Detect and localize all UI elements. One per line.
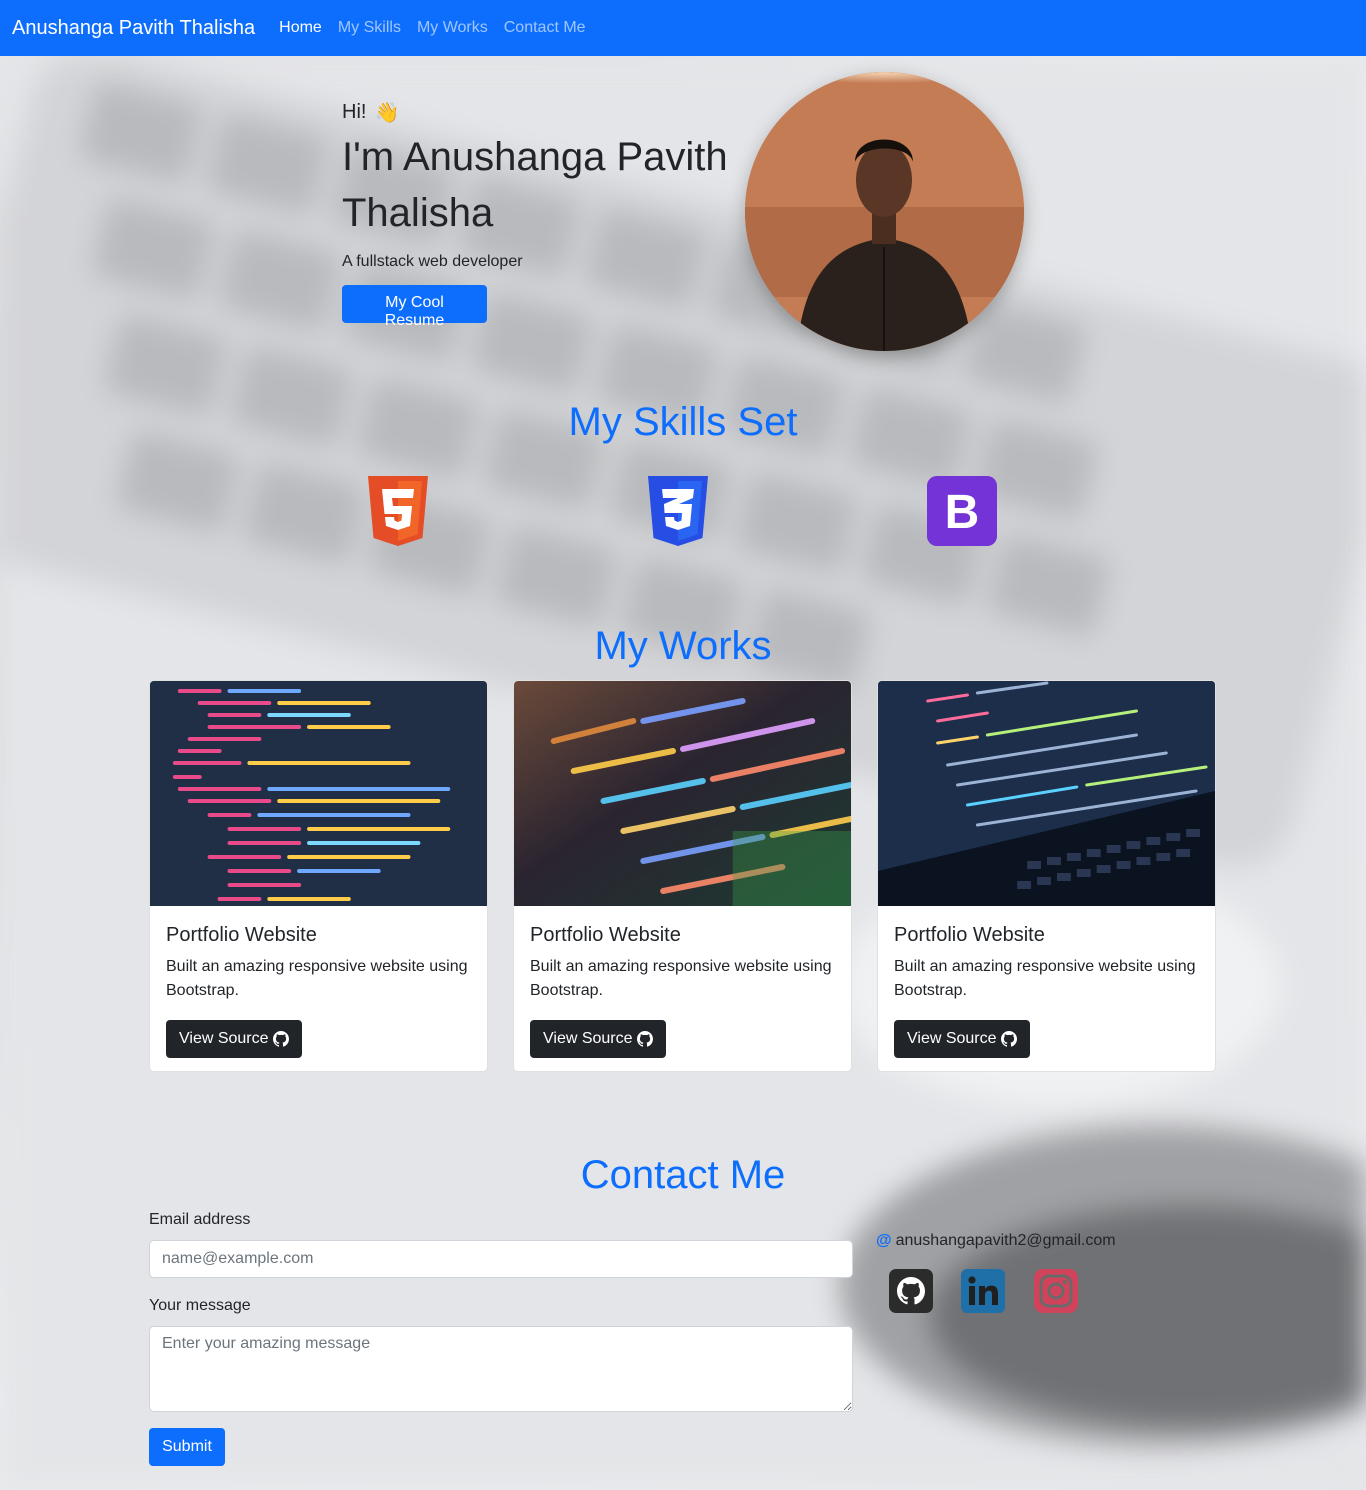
work-card-text: Built an amazing responsive website usin… xyxy=(530,958,832,999)
github-icon xyxy=(636,1031,653,1047)
at-sign-icon: @ xyxy=(876,1232,892,1249)
submit-button[interactable]: Submit xyxy=(149,1428,225,1466)
waving-hand-icon: 👋 xyxy=(374,102,400,124)
hero-name-heading: I'm Anushanga Pavith Thalisha xyxy=(342,135,728,235)
work-card-title: Portfolio Website xyxy=(166,924,317,946)
contact-info: @ anushangapavith2@gmail.com xyxy=(876,1232,1116,1250)
hero-greeting: Hi! 👋 xyxy=(342,100,742,125)
brand-link[interactable]: Anushanga Pavith Thalisha xyxy=(12,17,255,40)
view-source-button[interactable]: View Source xyxy=(166,1020,302,1058)
github-icon[interactable] xyxy=(889,1269,933,1313)
hero-section: Hi! 👋 I'm Anushanga Pavith Thalisha A fu… xyxy=(342,100,742,271)
work-card: Portfolio Website Built an amazing respo… xyxy=(149,680,488,1072)
work-card-text: Built an amazing responsive website usin… xyxy=(894,958,1196,999)
skills-section-title: My Skills Set xyxy=(568,400,798,444)
work-card-image xyxy=(514,681,851,906)
linkedin-icon[interactable] xyxy=(961,1269,1005,1313)
instagram-icon[interactable] xyxy=(1034,1269,1078,1313)
resume-button[interactable]: My Cool Resume xyxy=(342,285,487,329)
work-card-image xyxy=(878,681,1215,906)
work-card-body: Portfolio Website Built an amazing respo… xyxy=(878,906,1215,1071)
html5-icon xyxy=(363,476,433,546)
works-section-title: My Works xyxy=(594,624,772,668)
hero-tagline: A fullstack web developer xyxy=(342,253,523,270)
work-card: Portfolio Website Built an amazing respo… xyxy=(513,680,852,1072)
svg-text:B: B xyxy=(945,486,980,539)
work-card-text: Built an amazing responsive website usin… xyxy=(166,958,468,999)
page-content: Hi! 👋 I'm Anushanga Pavith Thalisha A fu… xyxy=(0,0,1366,1490)
message-textarea[interactable] xyxy=(149,1326,853,1412)
email-field[interactable] xyxy=(149,1240,853,1278)
top-navbar: Anushanga Pavith Thalisha Home My Skills… xyxy=(0,0,1366,56)
github-icon xyxy=(1000,1031,1017,1047)
email-label: Email address xyxy=(149,1211,251,1228)
profile-photo xyxy=(745,72,1024,351)
work-card-body: Portfolio Website Built an amazing respo… xyxy=(514,906,851,1071)
email-line: @ anushangapavith2@gmail.com xyxy=(876,1232,1116,1250)
github-icon xyxy=(272,1031,289,1047)
contact-email[interactable]: anushangapavith2@gmail.com xyxy=(896,1232,1116,1250)
greeting-text: Hi! xyxy=(342,101,367,123)
nav-link-my-works[interactable]: My Works xyxy=(417,19,488,37)
work-card-title: Portfolio Website xyxy=(894,924,1045,946)
view-source-button[interactable]: View Source xyxy=(530,1020,666,1058)
contact-section-title: Contact Me xyxy=(580,1153,786,1197)
bootstrap-icon: B xyxy=(927,476,997,546)
view-source-label: View Source xyxy=(907,1030,997,1047)
css3-icon xyxy=(643,476,713,546)
nav-link-contact-me[interactable]: Contact Me xyxy=(504,19,586,37)
work-card-image xyxy=(150,681,487,906)
nav-link-my-skills[interactable]: My Skills xyxy=(338,19,401,37)
work-card-body: Portfolio Website Built an amazing respo… xyxy=(150,906,487,1071)
view-source-label: View Source xyxy=(179,1030,269,1047)
work-card-title: Portfolio Website xyxy=(530,924,681,946)
work-card: Portfolio Website Built an amazing respo… xyxy=(877,680,1216,1072)
nav-link-home[interactable]: Home xyxy=(279,19,322,37)
view-source-button[interactable]: View Source xyxy=(894,1020,1030,1058)
message-label: Your message xyxy=(149,1297,251,1314)
view-source-label: View Source xyxy=(543,1030,633,1047)
